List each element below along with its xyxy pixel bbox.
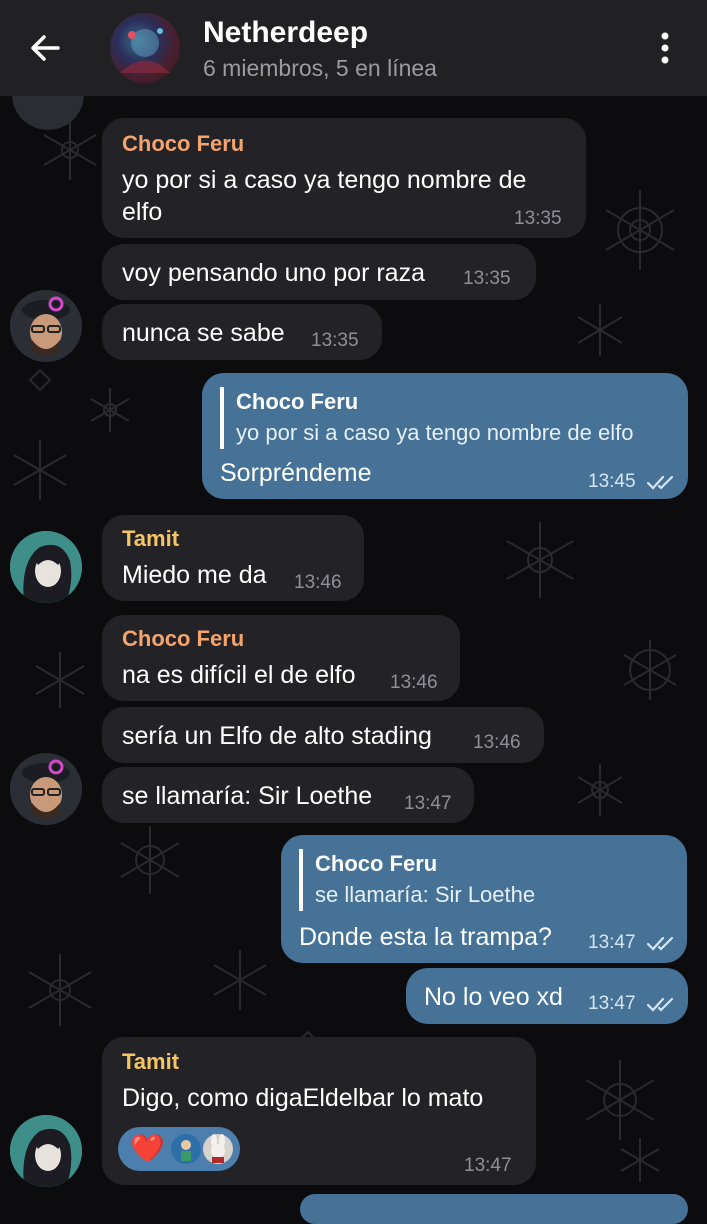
reply-quote[interactable]: Choco Feru yo por si a caso ya tengo nom… [220,387,633,449]
reactor-avatar [203,1134,233,1164]
double-check-icon [646,936,674,951]
message-text: voy pensando uno por raza [122,259,425,287]
outgoing-message-bubble-partial[interactable] [300,1194,688,1224]
message-text: na es difícil el de elfo [122,661,356,689]
message-text: Miedo me da [122,561,267,589]
quote-text: yo por si a caso ya tengo nombre de elfo [236,420,634,445]
back-arrow-icon[interactable] [22,26,70,70]
message-text: elfo [122,198,163,226]
avatar-tamit-art [10,531,82,603]
message-bubble[interactable]: nunca se sabe 13:35 [102,304,382,360]
message-time: 13:45 [588,471,636,492]
message-text: se llamaría: Sir Loethe [122,782,373,810]
outgoing-message-bubble[interactable]: Choco Feru se llamaría: Sir Loethe Donde… [281,835,687,963]
message-bubble[interactable]: sería un Elfo de alto stading 13:46 [102,707,544,763]
chat-header: Netherdeep 6 miembros, 5 en línea [0,0,707,96]
reaction-chip[interactable]: ❤️ [118,1127,240,1171]
reactor-avatar [171,1134,201,1164]
message-time: 13:46 [473,732,521,753]
message-bubble[interactable]: Choco Feru na es difícil el de elfo 13:4… [102,615,460,701]
avatar-choco-feru-art [10,753,82,825]
double-check-icon [646,475,674,490]
sender-name: Choco Feru [122,626,245,651]
message-text: yo por si a caso ya tengo nombre de [122,166,527,194]
message-text: Donde esta la trampa? [299,923,552,951]
heart-reaction-icon: ❤️ [130,1133,165,1164]
message-bubble[interactable]: voy pensando uno por raza 13:35 [102,244,536,300]
message-bubble[interactable]: Choco Feru yo por si a caso ya tengo nom… [102,118,586,238]
quote-sender: Choco Feru [236,389,359,414]
double-check-icon [646,997,674,1012]
message-time: 13:47 [588,993,636,1014]
message-text: nunca se sabe [122,319,285,347]
quote-sender: Choco Feru [315,851,438,876]
sender-name: Choco Feru [122,131,245,156]
group-avatar[interactable] [110,13,180,83]
message-text: No lo veo xd [424,983,563,1011]
message-bubble[interactable]: se llamaría: Sir Loethe 13:47 [102,767,474,823]
sender-name: Tamit [122,526,180,551]
message-text: Sorpréndeme [220,459,372,487]
message-text: Digo, como digaEldelbar lo mato [122,1084,484,1112]
avatar-tamit-art [10,1115,82,1187]
message-bubble[interactable]: Tamit Miedo me da 13:46 [102,515,364,601]
more-options-icon[interactable] [650,28,680,68]
chat-subtitle: 6 miembros, 5 en línea [203,55,437,81]
chat-title: Netherdeep [203,16,369,49]
avatar-tamit[interactable] [10,531,82,603]
message-time: 13:47 [464,1155,512,1176]
message-time: 13:35 [311,330,359,351]
message-text: sería un Elfo de alto stading [122,722,432,750]
message-time: 13:46 [390,672,438,693]
avatar-tamit[interactable] [10,1115,82,1187]
message-time: 13:47 [588,932,636,953]
reply-quote[interactable]: Choco Feru se llamaría: Sir Loethe [299,849,535,911]
outgoing-message-bubble[interactable]: No lo veo xd 13:47 [406,968,688,1024]
message-time: 13:35 [514,208,562,229]
avatar-choco-feru[interactable] [10,753,82,825]
message-time: 13:46 [294,572,342,593]
avatar-choco-feru[interactable] [10,290,82,362]
avatar-choco-feru-art [10,290,82,362]
group-avatar-art [120,28,170,73]
outgoing-message-bubble[interactable]: Choco Feru yo por si a caso ya tengo nom… [202,373,688,499]
quote-text: se llamaría: Sir Loethe [315,882,536,907]
sender-name: Tamit [122,1049,180,1074]
message-time: 13:47 [404,793,452,814]
message-time: 13:35 [463,268,511,289]
